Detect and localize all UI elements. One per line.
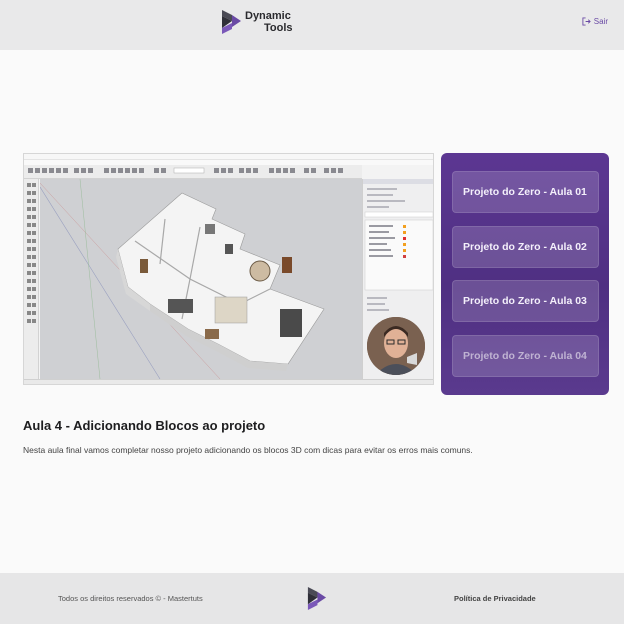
brand-logo[interactable]: Dynamic Tools: [220, 9, 293, 35]
dynamic-tools-logo-icon: [222, 10, 241, 34]
brand-line-2: Tools: [264, 22, 293, 34]
lesson-item-01[interactable]: Projeto do Zero - Aula 01: [452, 171, 599, 213]
lesson-item-02[interactable]: Projeto do Zero - Aula 02: [452, 226, 599, 268]
instructor-face-graphic: [367, 317, 425, 375]
copyright-text: Todos os direitos reservados © - Mastert…: [58, 594, 203, 603]
logout-label: Sair: [593, 17, 608, 26]
page-footer: Todos os direitos reservados © - Mastert…: [0, 573, 624, 624]
lesson-title: Aula 4 - Adicionando Blocos ao projeto: [23, 418, 266, 433]
lesson-item-03[interactable]: Projeto do Zero - Aula 03: [452, 280, 599, 322]
floor-plan-3d-graphic: [39, 178, 325, 380]
lesson-list-panel: Projeto do Zero - Aula 01 Projeto do Zer…: [441, 153, 609, 395]
video-app-sidebar: [24, 179, 39, 379]
footer-logo-icon[interactable]: [306, 586, 327, 611]
lesson-video-player[interactable]: [23, 153, 434, 385]
brand-name: Dynamic Tools: [245, 10, 293, 34]
privacy-policy-link[interactable]: Política de Privacidade: [454, 594, 536, 603]
model-viewport: [39, 178, 362, 380]
video-app-toolbar: [24, 165, 362, 179]
logout-button[interactable]: Sair: [582, 17, 608, 26]
top-header: Dynamic Tools Sair: [0, 0, 624, 50]
lesson-item-04[interactable]: Projeto do Zero - Aula 04: [452, 335, 599, 377]
instructor-webcam: [367, 317, 425, 375]
toolbar-icons-graphic: [28, 167, 343, 174]
logout-icon: [582, 17, 591, 26]
sidebar-tool-icons-graphic: [27, 183, 36, 323]
brand-line-1: Dynamic: [245, 10, 291, 22]
video-app-statusbar: [24, 379, 433, 384]
lesson-description: Nesta aula final vamos completar nosso p…: [23, 445, 473, 455]
